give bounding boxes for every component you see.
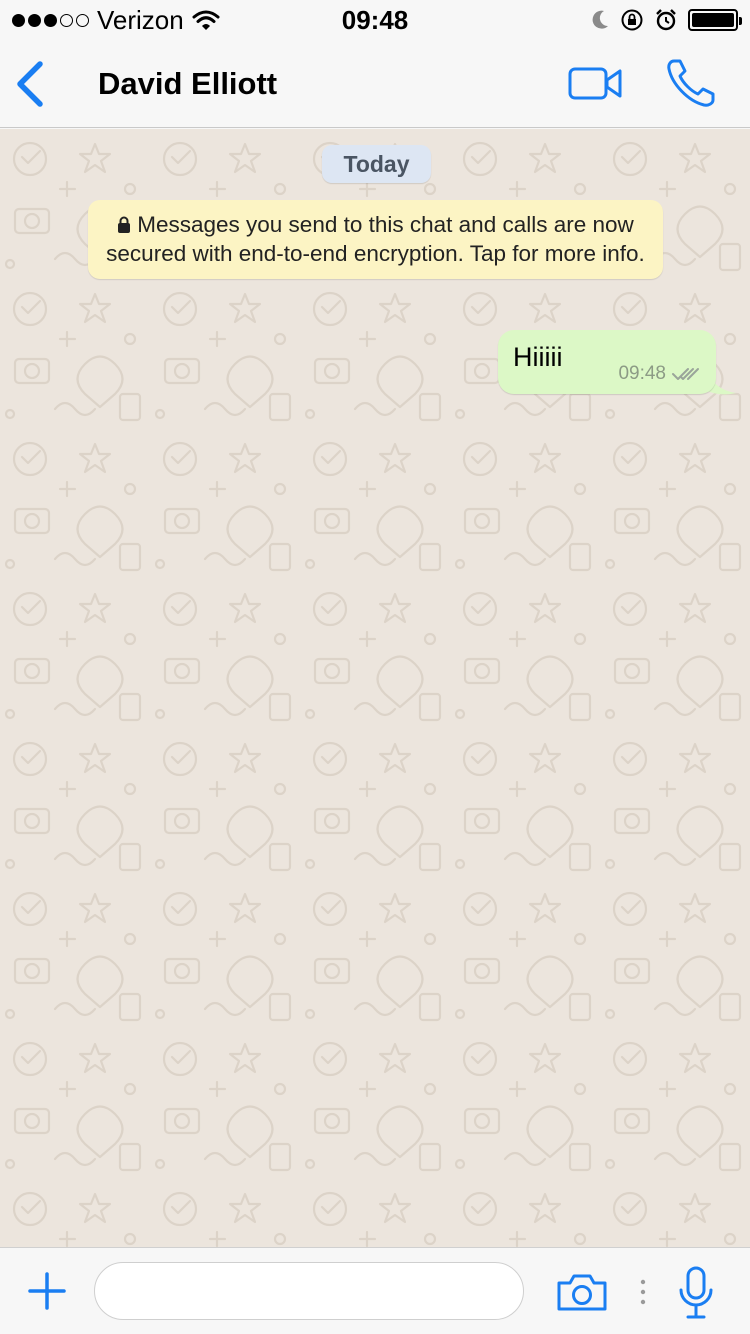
chat-wallpaper [0, 129, 750, 1247]
video-call-button[interactable] [566, 64, 626, 104]
double-check-icon [672, 368, 699, 380]
plus-icon [28, 1272, 66, 1310]
battery-icon [688, 9, 742, 31]
input-bar [0, 1247, 750, 1334]
back-button[interactable] [10, 58, 54, 110]
contact-name[interactable]: David Elliott [98, 66, 277, 102]
message-time: 09:48 [618, 363, 666, 384]
encryption-notice[interactable]: Messages you send to this chat and calls… [88, 200, 663, 279]
encryption-notice-text: Messages you send to this chat and calls… [106, 212, 645, 266]
moon-icon [592, 10, 608, 29]
status-bar: Verizon 09:48 [0, 0, 750, 40]
microphone-icon [679, 1266, 713, 1319]
camera-button[interactable] [556, 1272, 608, 1312]
battery-level [692, 13, 734, 27]
more-dots-icon [640, 1279, 646, 1305]
message-meta: 09:48 [618, 363, 700, 385]
rotation-lock-icon [621, 9, 643, 31]
lock-icon [118, 216, 131, 233]
camera-icon [557, 1274, 607, 1311]
message-bubble-outgoing[interactable]: Hiiiii 09:48 [498, 330, 716, 394]
signal-strength-icon [12, 13, 89, 27]
voice-call-button[interactable] [664, 56, 718, 110]
status-right [590, 8, 742, 32]
wifi-icon [192, 10, 220, 30]
status-left: Verizon [12, 5, 220, 36]
message-text: Hiiiii [513, 342, 563, 372]
carrier-name: Verizon [97, 4, 184, 35]
alarm-icon [656, 9, 676, 31]
attach-button[interactable] [28, 1272, 66, 1310]
date-separator: Today [322, 145, 431, 183]
chat-area[interactable]: Today Messages you send to this chat and… [0, 129, 750, 1247]
phone-icon [667, 59, 715, 107]
chat-header: David Elliott [0, 40, 750, 128]
video-camera-icon [568, 67, 622, 100]
microphone-button[interactable] [677, 1266, 715, 1320]
message-input[interactable] [94, 1262, 524, 1320]
